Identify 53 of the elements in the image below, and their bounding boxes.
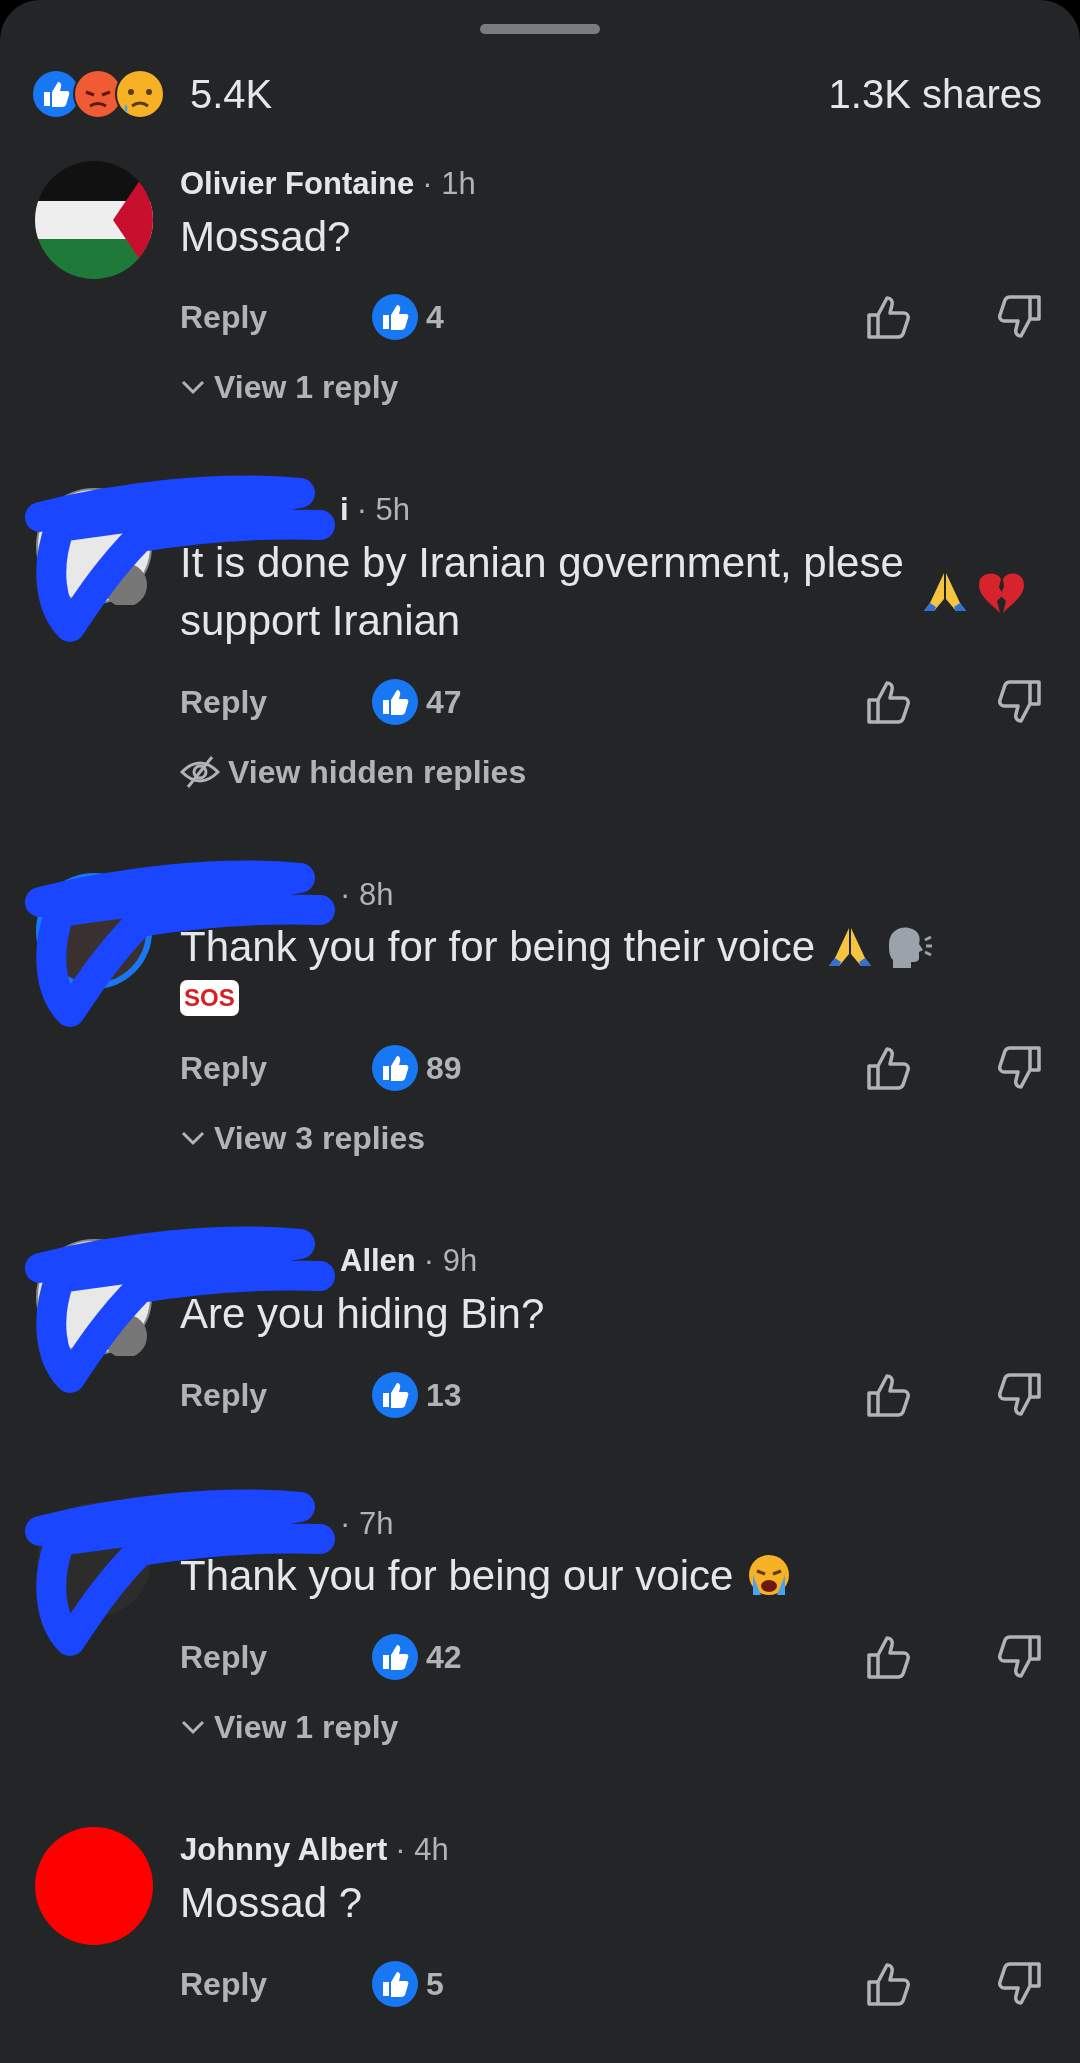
reply-link[interactable]: Reply — [180, 1370, 372, 1419]
view-replies-link[interactable]: View 1 reply — [214, 1703, 399, 1752]
comment-text: Thank you for for being their voice — [180, 922, 815, 973]
like-reaction-icon — [372, 678, 418, 725]
like-reaction-icon — [372, 1960, 418, 2007]
like-count: 42 — [426, 1638, 462, 1678]
chevron-down-icon — [180, 1719, 206, 1736]
avatar[interactable] — [35, 161, 153, 279]
comment-text: Mossad ? — [180, 1878, 363, 1926]
sos-emoji: SOS — [180, 980, 239, 1017]
comment-time: · 5h — [356, 491, 411, 530]
reply-link[interactable]: Reply — [180, 293, 372, 342]
comment-time: · 1h — [422, 165, 476, 203]
share-count[interactable]: 1.3K shares — [828, 63, 1042, 124]
like-count: 89 — [426, 1049, 462, 1089]
like-reaction-icon — [372, 1045, 418, 1092]
comment-time: · 7h — [340, 1504, 394, 1543]
like-reaction-icon — [372, 1634, 418, 1681]
view-replies-link[interactable]: View hidden replies — [228, 747, 527, 796]
like-reaction-icon — [372, 294, 418, 341]
commenter-name[interactable]: Johnny Albert — [180, 1827, 388, 1874]
commenter-name[interactable]: Olivier Fontaine — [180, 161, 415, 208]
like-reaction-icon — [372, 1371, 418, 1418]
like-count: 4 — [426, 298, 444, 338]
thumbs-down-icon[interactable] — [996, 677, 1042, 726]
comment-time: · 8h — [340, 875, 394, 914]
reply-link[interactable]: Reply — [180, 1633, 372, 1682]
chevron-down-icon — [180, 379, 206, 396]
thumbs-up-icon[interactable] — [866, 1044, 912, 1093]
commenter-name[interactable]: i — [340, 487, 349, 534]
thumbs-up-icon[interactable] — [866, 1633, 912, 1682]
hidden-eye-icon — [180, 754, 220, 789]
like-count: 13 — [426, 1375, 462, 1415]
comment-text: Are you hiding Bin? — [180, 1289, 545, 1337]
view-replies-link[interactable]: View 3 replies — [214, 1114, 426, 1163]
thumbs-down-icon[interactable] — [996, 1959, 1042, 2008]
comment-text: Thank you for being our voice — [180, 1551, 734, 1602]
reply-link[interactable]: Reply — [180, 1959, 372, 2008]
thumbs-down-icon[interactable] — [996, 1370, 1042, 1419]
like-count: 47 — [426, 682, 462, 722]
thumbs-up-icon[interactable] — [866, 293, 912, 342]
reaction-count[interactable]: 5.4K — [190, 63, 273, 124]
comment-time: · 4h — [395, 1831, 449, 1870]
comment-text: It is done by Iranian government, plese support Iranian — [180, 537, 905, 646]
comment-text: Mossad? — [180, 212, 351, 260]
like-count: 5 — [426, 1964, 444, 2004]
view-replies-link[interactable]: View 1 reply — [214, 363, 399, 412]
comment-time: · 9h — [423, 1242, 478, 1281]
reply-link[interactable]: Reply — [180, 1044, 372, 1093]
reply-link[interactable]: Reply — [180, 677, 372, 726]
drag-handle[interactable] — [480, 24, 600, 34]
chevron-down-icon — [180, 1130, 206, 1147]
commenter-name[interactable]: Allen — [340, 1238, 416, 1285]
